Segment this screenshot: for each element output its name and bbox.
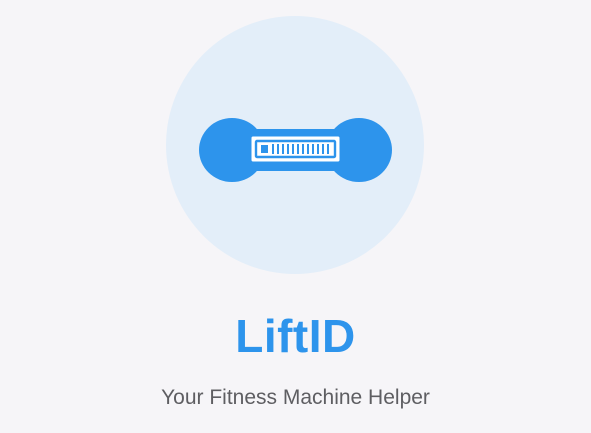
dumbbell-barcode-icon bbox=[199, 118, 392, 182]
app-logo bbox=[166, 16, 424, 274]
app-subtitle: Your Fitness Machine Helper bbox=[161, 386, 430, 409]
app-title: LiftID bbox=[235, 310, 356, 362]
